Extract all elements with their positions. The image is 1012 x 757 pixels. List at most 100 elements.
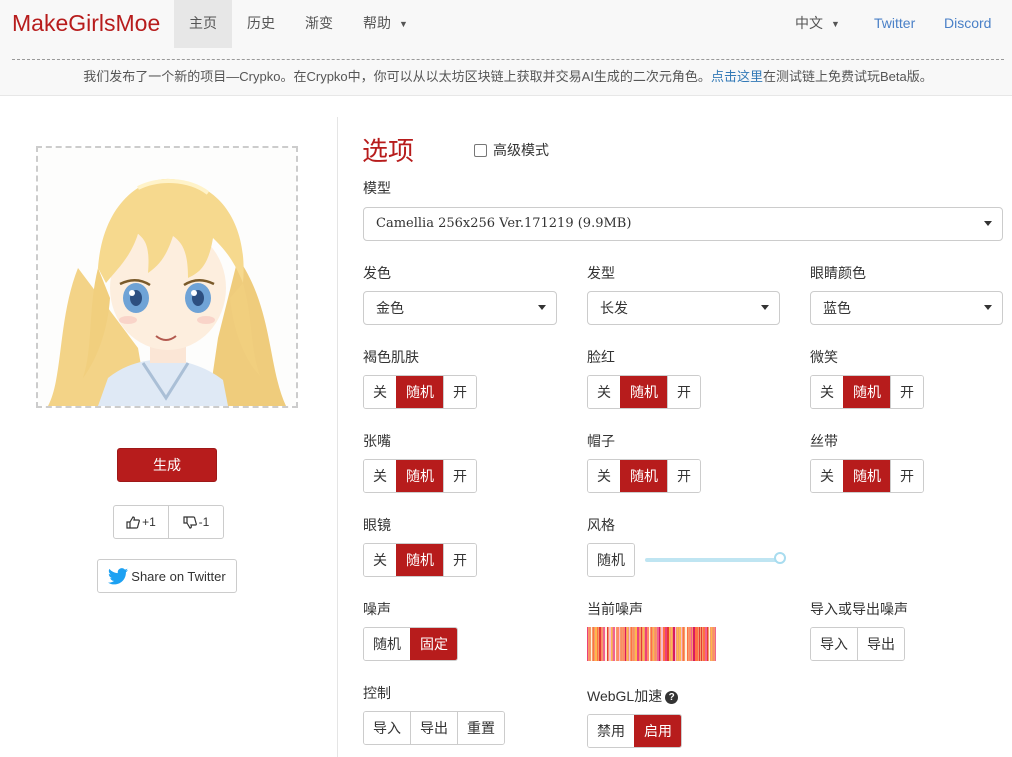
hair-style-select[interactable]: 长发: [587, 291, 780, 325]
nav-twitter[interactable]: Twitter: [859, 0, 930, 48]
noise-stripe: [685, 627, 687, 661]
dark-skin-off[interactable]: 关: [364, 376, 396, 408]
advanced-mode-checkbox[interactable]: 高级模式: [474, 140, 549, 160]
noise-stripe: [673, 627, 675, 661]
eye-color-select[interactable]: 蓝色: [810, 291, 1003, 325]
generate-button[interactable]: 生成: [117, 448, 217, 482]
noise-import-button[interactable]: 导入: [811, 628, 857, 660]
noise-stripe: [605, 627, 607, 661]
noise-stripe: [641, 627, 642, 661]
chevron-down-icon: [761, 305, 769, 310]
noise-stripe: [711, 627, 712, 661]
notice-link[interactable]: 点击这里: [711, 69, 763, 84]
nav-home[interactable]: 主页: [174, 0, 232, 48]
blush-off[interactable]: 关: [588, 376, 620, 408]
smile-on[interactable]: 开: [890, 376, 923, 408]
nav-discord[interactable]: Discord: [929, 0, 1006, 48]
style-label: 风格: [587, 517, 615, 533]
noise-stripe: [713, 627, 714, 661]
noise-stripe: [603, 627, 605, 661]
control-import-button[interactable]: 导入: [364, 712, 410, 744]
open-mouth-on[interactable]: 开: [443, 460, 476, 492]
notice-bar: 我们发布了一个新的项目—Crypko。在Crypko中，你可以从以太坊区块链上获…: [0, 48, 1012, 96]
webgl-enable-button[interactable]: 启用: [634, 715, 681, 747]
glasses-random[interactable]: 随机: [396, 544, 443, 576]
noise-stripe: [653, 627, 654, 661]
hat-off[interactable]: 关: [588, 460, 620, 492]
question-circle-icon[interactable]: ?: [665, 690, 679, 704]
brand-logo[interactable]: MakeGirlsMoe: [12, 10, 160, 37]
noise-stripe: [687, 627, 688, 661]
share-twitter-button[interactable]: Share on Twitter: [97, 559, 237, 593]
noise-stripe: [645, 627, 647, 661]
style-random-button[interactable]: 随机: [588, 544, 634, 576]
smile-off[interactable]: 关: [811, 376, 843, 408]
noise-stripe: [703, 627, 705, 661]
hair-style-label: 发型: [587, 265, 615, 281]
language-dropdown[interactable]: 中文 ▼: [780, 0, 855, 48]
smile-toggle: 关随机开: [810, 375, 924, 409]
noise-label: 噪声: [363, 601, 391, 617]
noise-export-button[interactable]: 导出: [857, 628, 904, 660]
dark-skin-random[interactable]: 随机: [396, 376, 443, 408]
noise-stripe: [639, 627, 640, 661]
open-mouth-off[interactable]: 关: [364, 460, 396, 492]
ribbon-random[interactable]: 随机: [843, 460, 890, 492]
glasses-off[interactable]: 关: [364, 544, 396, 576]
style-slider-track[interactable]: [645, 558, 781, 562]
dark-skin-on[interactable]: 开: [443, 376, 476, 408]
nav-help-label: 帮助: [363, 15, 391, 31]
noise-fixed-button[interactable]: 固定: [410, 628, 457, 660]
nav-gradient[interactable]: 渐变: [290, 0, 348, 48]
dark-skin-toggle: 关随机开: [363, 375, 477, 409]
glasses-on[interactable]: 开: [443, 544, 476, 576]
chevron-down-icon: [984, 221, 992, 226]
hair-color-label: 发色: [363, 265, 391, 281]
hat-on[interactable]: 开: [667, 460, 700, 492]
noise-stripe: [679, 627, 681, 661]
style-slider-handle[interactable]: [774, 552, 786, 564]
ribbon-off[interactable]: 关: [811, 460, 843, 492]
noise-stripe: [659, 627, 660, 661]
noise-stripe: [681, 627, 682, 661]
ribbon-on[interactable]: 开: [890, 460, 923, 492]
noise-stripe: [663, 627, 665, 661]
open-mouth-toggle: 关随机开: [363, 459, 477, 493]
smile-random[interactable]: 随机: [843, 376, 890, 408]
noise-stripe: [609, 627, 611, 661]
webgl-disable-button[interactable]: 禁用: [588, 715, 634, 747]
chevron-down-icon: [984, 305, 992, 310]
nav-help[interactable]: 帮助 ▼: [348, 0, 423, 48]
noise-stripe: [631, 627, 632, 661]
control-label: 控制: [363, 685, 391, 701]
blush-on[interactable]: 开: [667, 376, 700, 408]
control-export-button[interactable]: 导出: [410, 712, 457, 744]
noise-stripe: [597, 627, 598, 661]
noise-stripe: [607, 627, 608, 661]
noise-stripe: [599, 627, 601, 661]
noise-stripe: [625, 627, 626, 661]
hat-random[interactable]: 随机: [620, 460, 667, 492]
control-reset-button[interactable]: 重置: [457, 712, 504, 744]
notice-text-before: 我们发布了一个新的项目—Crypko。在Crypko中，你可以从以太坊区块链上获…: [83, 69, 711, 84]
noise-random-button[interactable]: 随机: [364, 628, 410, 660]
panel-divider: [337, 117, 338, 757]
glasses-toggle: 关随机开: [363, 543, 477, 577]
vote-group: +1 -1: [113, 505, 224, 539]
downvote-button[interactable]: -1: [168, 506, 223, 538]
noise-stripe: [649, 627, 650, 661]
nav-history[interactable]: 历史: [232, 0, 290, 48]
upvote-count: +1: [142, 515, 156, 529]
hair-color-select[interactable]: 金色: [363, 291, 557, 325]
noise-stripe: [617, 627, 619, 661]
open-mouth-random[interactable]: 随机: [396, 460, 443, 492]
current-noise-visualization: [587, 627, 716, 661]
smile-label: 微笑: [810, 349, 838, 365]
language-label: 中文: [795, 15, 823, 31]
noise-stripe: [695, 627, 697, 661]
model-select[interactable]: Camellia 256x256 Ver.171219 (9.9MB): [363, 207, 1003, 241]
blush-label: 脸红: [587, 349, 615, 365]
checkbox-icon[interactable]: [474, 143, 487, 157]
blush-random[interactable]: 随机: [620, 376, 667, 408]
upvote-button[interactable]: +1: [114, 506, 168, 538]
